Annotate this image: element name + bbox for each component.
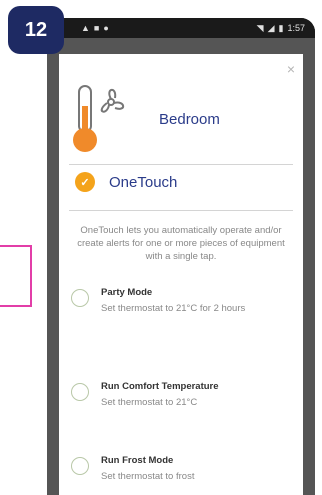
status-time: 1:57 [287, 23, 305, 33]
action-title: Run Frost Mode [101, 455, 174, 466]
onetouch-title: OneTouch [109, 173, 178, 191]
action-subtitle: Set thermostat to 21°C for 2 hours [101, 303, 246, 314]
status-bar: ▲ ■ ● ◥ ◢ ▮ 1:57 [47, 18, 315, 38]
action-title: Party Mode [101, 287, 153, 298]
action-title: Run Comfort Temperature [101, 381, 219, 392]
step-badge: 12 [8, 6, 64, 54]
radio-button[interactable] [71, 457, 89, 475]
warning-icon: ■ [93, 23, 100, 33]
action-item-party-mode[interactable]: Party Mode Set thermostat to 21°C for 2 … [71, 286, 281, 319]
action-text: Run Comfort Temperature Set thermostat t… [101, 380, 281, 413]
notification-icon: ▲ [81, 23, 90, 33]
signal-icon: ◢ [267, 22, 275, 33]
onetouch-header: ✓ OneTouch [75, 172, 177, 192]
divider [69, 210, 293, 211]
wifi-icon: ◥ [256, 22, 264, 33]
radio-button[interactable] [71, 289, 89, 307]
onetouch-dialog: × Bedroom ✓ OneTouch OneTouch lets you a… [59, 54, 303, 495]
radio-button[interactable] [71, 383, 89, 401]
room-header: Bedroom [67, 76, 295, 162]
action-item-frost-mode[interactable]: Run Frost Mode Set thermostat to frost [71, 454, 281, 487]
status-icons-left: ▲ ■ ● [81, 23, 109, 33]
battery-icon: ▮ [278, 22, 284, 33]
action-text: Party Mode Set thermostat to 21°C for 2 … [101, 286, 281, 319]
highlight-bracket [0, 245, 32, 307]
action-text: Run Frost Mode Set thermostat to frost [101, 454, 281, 487]
action-item-comfort-temperature[interactable]: Run Comfort Temperature Set thermostat t… [71, 380, 281, 413]
settings-icon: ● [103, 23, 109, 33]
divider [69, 164, 293, 165]
close-icon[interactable]: × [287, 62, 295, 76]
room-name: Bedroom [159, 110, 220, 128]
onetouch-description: OneTouch lets you automatically operate … [77, 225, 285, 262]
action-subtitle: Set thermostat to frost [101, 471, 195, 482]
status-icons-right: ◥ ◢ ▮ 1:57 [257, 23, 305, 34]
app-screen: × Bedroom ✓ OneTouch OneTouch lets you a… [47, 38, 315, 495]
action-subtitle: Set thermostat to 21°C [101, 397, 198, 408]
step-number: 12 [24, 18, 48, 41]
onetouch-icon: ✓ [75, 172, 95, 192]
phone-frame: ▲ ■ ● ◥ ◢ ▮ 1:57 × Bedroom ✓ OneTouch On… [47, 18, 315, 495]
thermostat-fan-icon [67, 80, 137, 158]
